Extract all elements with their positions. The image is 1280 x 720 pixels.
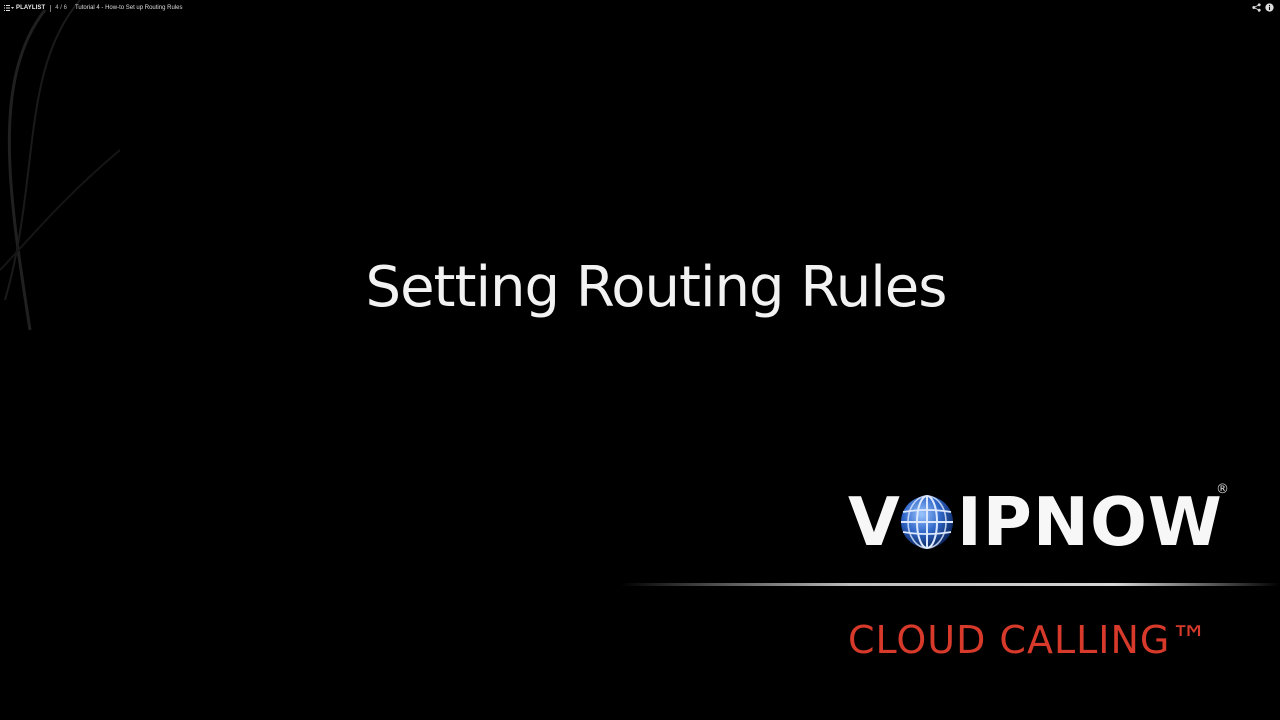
globe-icon <box>900 495 953 549</box>
logo-text-v: V <box>848 483 901 561</box>
playlist-label: PLAYLIST <box>16 5 46 11</box>
logo-text-ipnow: IPNOW <box>956 483 1223 561</box>
registered-mark: ® <box>1216 482 1229 497</box>
logo-divider-line <box>620 583 1280 586</box>
slide-title: Setting Routing Rules <box>365 255 948 320</box>
playlist-icon <box>4 5 14 11</box>
info-button[interactable] <box>1265 3 1274 12</box>
video-player[interactable]: PLAYLIST 4 / 6 Tutorial 4 - How-to Set u… <box>0 0 1280 720</box>
info-icon <box>1265 3 1274 12</box>
share-icon <box>1252 3 1261 12</box>
playlist-button[interactable]: PLAYLIST <box>4 5 45 11</box>
share-button[interactable] <box>1252 3 1261 12</box>
topbar-divider <box>50 4 52 12</box>
top-right-controls <box>1248 3 1274 12</box>
video-title[interactable]: Tutorial 4 - How-to Set up Routing Rules <box>75 5 183 11</box>
playlist-position: 4 / 6 <box>55 5 67 11</box>
player-top-bar: PLAYLIST 4 / 6 Tutorial 4 - How-to Set u… <box>0 0 1280 16</box>
cloud-calling-tagline: CLOUD CALLING™ <box>848 618 1210 662</box>
voipnow-logo: V IPNOW <box>848 482 1223 562</box>
